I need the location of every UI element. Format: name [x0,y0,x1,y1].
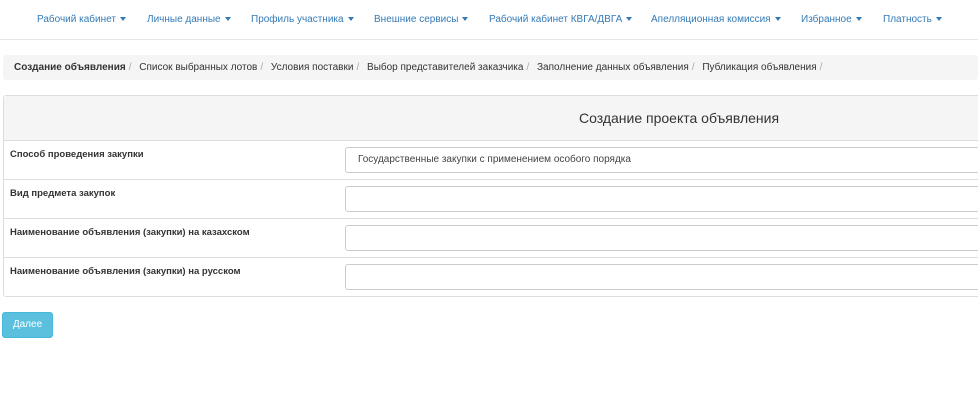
procurement-method-field[interactable]: Государственные закупки с применением ос… [345,147,978,173]
breadcrumb-separator: / [691,62,695,73]
chevron-down-icon [119,17,126,22]
panel-heading: Создание проекта объявления [4,96,978,141]
nav-item-paid-services[interactable]: Платность [883,0,942,40]
breadcrumb-item-publication[interactable]: Публикация объявления [702,55,816,80]
form-row-procurement-method: Способ проведения закупки Государственны… [4,141,978,180]
nav-item-participant-profile[interactable]: Профиль участника [251,0,354,40]
chevron-down-icon [774,17,781,22]
breadcrumb-item-fill-data[interactable]: Заполнение данных объявления [537,55,689,80]
breadcrumb-separator: / [819,62,823,73]
name-russian-label: Наименование объявления (закупки) на рус… [10,266,241,277]
breadcrumb-separator: / [356,62,360,73]
breadcrumb-separator: / [260,62,264,73]
nav-item-appeal-commission[interactable]: Апелляционная комиссия [651,0,781,40]
nav-item-external-services[interactable]: Внешние сервисы [374,0,469,40]
name-kazakh-field[interactable] [345,225,978,251]
nav-item-personal-data[interactable]: Личные данные [147,0,231,40]
form-row-name-russian: Наименование объявления (закупки) на рус… [4,258,978,297]
breadcrumb-separator: / [128,62,132,73]
next-button[interactable]: Далее [2,312,53,338]
breadcrumb-item-selected-lots[interactable]: Список выбранных лотов [139,55,257,80]
procurement-subject-label: Вид предмета закупок [10,188,116,199]
form-row-procurement-subject: Вид предмета закупок [4,180,978,219]
chevron-down-icon [855,17,862,22]
form-row-name-kazakh: Наименование объявления (закупки) на каз… [4,219,978,258]
chevron-down-icon [347,17,354,22]
breadcrumb-item-customer-reps[interactable]: Выбор представителей заказчика [367,55,523,80]
nav-item-kvga-workspace[interactable]: Рабочий кабинет КВГА/ДВГА [489,0,633,40]
breadcrumb: Создание объявления / Список выбранных ло… [3,55,978,80]
chevron-down-icon [935,17,942,22]
name-kazakh-label: Наименование объявления (закупки) на каз… [10,227,250,238]
chevron-down-icon [462,17,469,22]
procurement-method-label: Способ проведения закупки [10,149,144,160]
chevron-down-icon [626,17,633,22]
procurement-subject-field[interactable] [345,186,978,212]
panel-title: Создание проекта объявления [579,110,780,126]
create-announcement-panel: Создание проекта объявления Способ прове… [3,95,978,297]
chevron-down-icon [224,17,231,22]
breadcrumb-separator: / [526,62,530,73]
breadcrumb-item-create-announcement[interactable]: Создание объявления [14,55,126,80]
nav-item-workspace[interactable]: Рабочий кабинет [37,0,126,40]
nav-item-favorites[interactable]: Избранное [801,0,862,40]
breadcrumb-item-delivery-terms[interactable]: Условия поставки [271,55,354,80]
top-navbar: Рабочий кабинет Личные данные Профиль уч… [0,0,978,40]
name-russian-field[interactable] [345,264,978,290]
